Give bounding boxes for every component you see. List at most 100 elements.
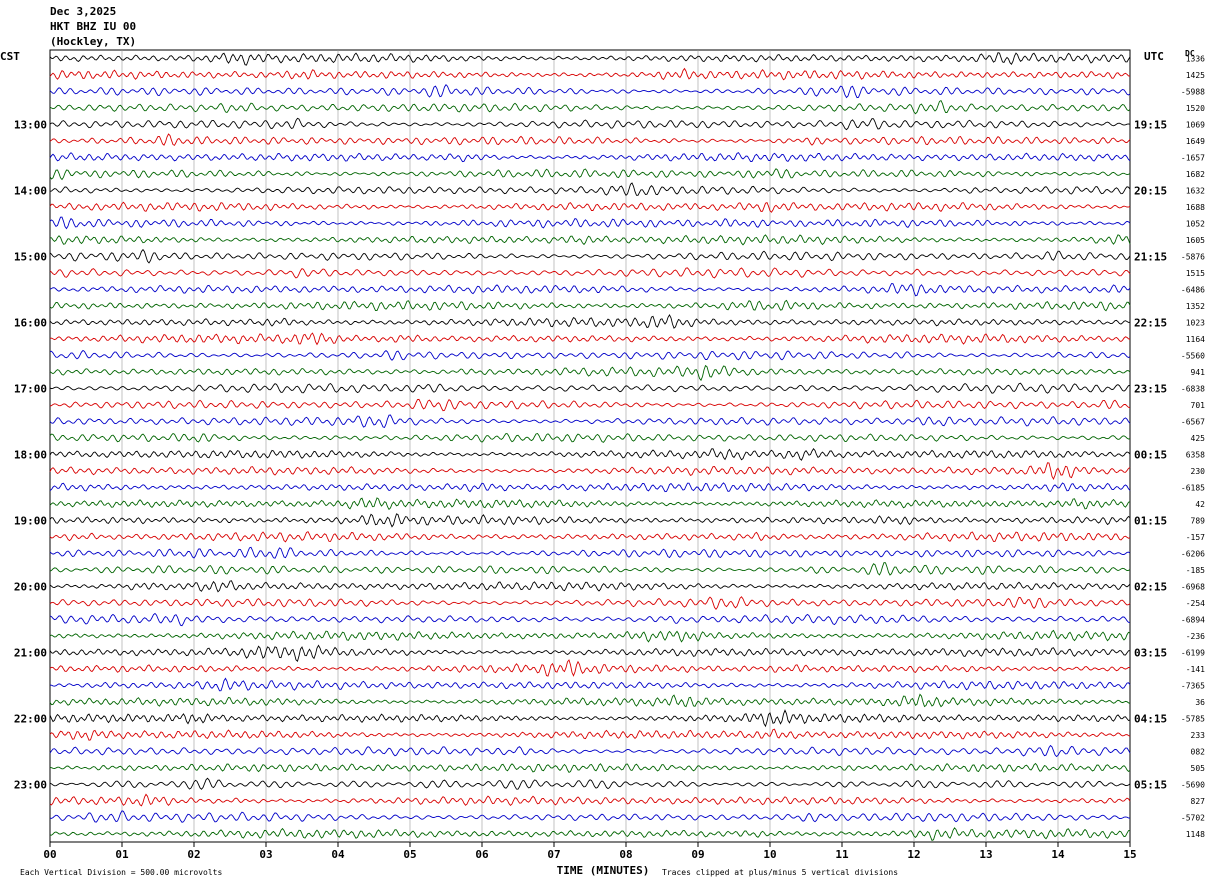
dc-offset-label: 1688 <box>1186 203 1205 212</box>
seismic-trace <box>49 52 1131 66</box>
seismic-trace <box>49 313 1131 329</box>
cst-hour-label: 19:00 <box>14 514 47 527</box>
cst-hour-label: 17:00 <box>14 382 47 395</box>
dc-offset-label: 941 <box>1191 368 1206 377</box>
x-tick-label: 08 <box>619 848 632 861</box>
dc-offset-label: 42 <box>1195 500 1205 509</box>
seismic-trace <box>49 216 1131 230</box>
dc-offset-label: -5702 <box>1181 813 1205 822</box>
dc-offset-label: -6206 <box>1181 549 1205 558</box>
utc-hour-label: 04:15 <box>1134 712 1167 725</box>
x-tick-label: 12 <box>907 848 920 861</box>
dc-offset-label: -6199 <box>1181 648 1205 657</box>
seismic-trace <box>49 629 1131 643</box>
dc-offset-label: -157 <box>1186 533 1205 542</box>
utc-hour-label: 01:15 <box>1134 514 1167 527</box>
dc-offset-label: -236 <box>1186 632 1205 641</box>
dc-offset-label: 789 <box>1191 516 1206 525</box>
seismic-trace <box>49 398 1131 412</box>
seismic-trace <box>49 414 1131 428</box>
dc-offset-label: 1632 <box>1186 186 1205 195</box>
x-tick-label: 15 <box>1123 848 1136 861</box>
dc-offset-label: -141 <box>1186 665 1205 674</box>
utc-hour-label: 02:15 <box>1134 580 1167 593</box>
seismic-trace <box>49 777 1131 790</box>
seismic-trace <box>49 810 1131 823</box>
dc-offset-label: 082 <box>1191 747 1206 756</box>
x-tick-label: 07 <box>547 848 560 861</box>
x-tick-label: 09 <box>691 848 704 861</box>
dc-offset-label: 1520 <box>1186 104 1205 113</box>
seismic-trace <box>49 497 1131 511</box>
x-tick-label: 03 <box>259 848 272 861</box>
seismic-trace <box>49 580 1131 593</box>
seismic-trace <box>49 299 1131 312</box>
dc-offset-label: 230 <box>1191 467 1206 476</box>
dc-offset-label: 1336 <box>1186 54 1205 63</box>
dc-offset-label: 701 <box>1191 401 1206 410</box>
seismic-trace <box>49 117 1131 131</box>
x-tick-label: 13 <box>979 848 992 861</box>
cst-hour-label: 14:00 <box>14 184 47 197</box>
dc-offset-label: 36 <box>1195 698 1205 707</box>
seismic-trace <box>49 659 1131 677</box>
dc-offset-label: 1425 <box>1186 71 1205 80</box>
plot-frame <box>49 49 1131 843</box>
seismic-trace <box>49 827 1131 841</box>
cst-hour-labels: 13:00 14:00 15:00 16:00 17:00 18:00 19:00 20:00… <box>14 118 47 791</box>
scale-note: Each Vertical Division = 500.00 microvol… <box>20 868 223 877</box>
dc-offset-label: -1657 <box>1181 153 1205 162</box>
minute-gridlines <box>121 50 1059 842</box>
cst-hour-label: 21:00 <box>14 646 47 659</box>
seismic-trace <box>49 99 1131 115</box>
utc-hour-labels: 19:15 20:15 21:15 22:15 23:15 00:15 01:15 02:15… <box>1134 118 1167 791</box>
seismic-trace <box>49 546 1131 559</box>
dc-offset-label: 233 <box>1191 731 1206 740</box>
seismic-trace <box>49 332 1131 346</box>
seismic-trace <box>49 709 1131 728</box>
cst-hour-label: 13:00 <box>14 118 47 131</box>
dc-offset-label: -5785 <box>1181 714 1205 723</box>
x-tick-label: 11 <box>835 848 849 861</box>
dc-offset-label: -5690 <box>1181 780 1205 789</box>
seismic-trace <box>49 513 1131 528</box>
seismic-trace <box>49 462 1131 481</box>
seismic-trace <box>49 267 1131 279</box>
seismic-trace <box>49 67 1131 81</box>
dc-offset-label: -6838 <box>1181 384 1205 393</box>
dc-offset-label: -5876 <box>1181 252 1205 261</box>
cst-hour-label: 16:00 <box>14 316 47 329</box>
dc-offset-label: 425 <box>1191 434 1206 443</box>
utc-hour-label: 23:15 <box>1134 382 1167 395</box>
dc-offset-label: 1052 <box>1186 219 1205 228</box>
x-tick-label: 06 <box>475 848 489 861</box>
clip-note: Traces clipped at plus/minus 5 vertical … <box>662 868 899 877</box>
seismic-trace <box>49 793 1131 807</box>
dc-offset-label: 1023 <box>1186 318 1205 327</box>
dc-offset-label: 6358 <box>1186 450 1205 459</box>
seismic-trace <box>49 693 1131 708</box>
seismic-trace <box>49 152 1131 163</box>
dc-offset-label: 1515 <box>1186 269 1205 278</box>
utc-hour-label: 19:15 <box>1134 118 1167 131</box>
dc-offset-label: 1164 <box>1186 335 1205 344</box>
x-tick-label: 05 <box>403 848 416 861</box>
seismic-trace <box>49 364 1131 382</box>
seismic-trace <box>49 133 1131 146</box>
seismic-trace <box>49 728 1131 741</box>
dc-offset-label: -5988 <box>1181 87 1205 96</box>
x-tick-label: 04 <box>331 848 345 861</box>
dc-offset-label: 505 <box>1191 764 1206 773</box>
dc-offset-label: -6486 <box>1181 285 1205 294</box>
seismic-trace <box>49 744 1131 758</box>
dc-offset-label: -6894 <box>1181 615 1205 624</box>
seismogram-plot: 00 01 02 03 04 05 06 07 08 09 10 11 12 13 14 15 13:00 14… <box>14 49 1206 877</box>
seismic-trace <box>49 762 1131 773</box>
x-tick-label: 00 <box>43 848 56 861</box>
x-tick-label: 14 <box>1051 848 1065 861</box>
dc-offset-label: -185 <box>1186 566 1205 575</box>
seismic-trace <box>49 596 1131 611</box>
cst-hour-label: 18:00 <box>14 448 47 461</box>
trace-group <box>49 52 1131 841</box>
cst-hour-label: 22:00 <box>14 712 47 725</box>
